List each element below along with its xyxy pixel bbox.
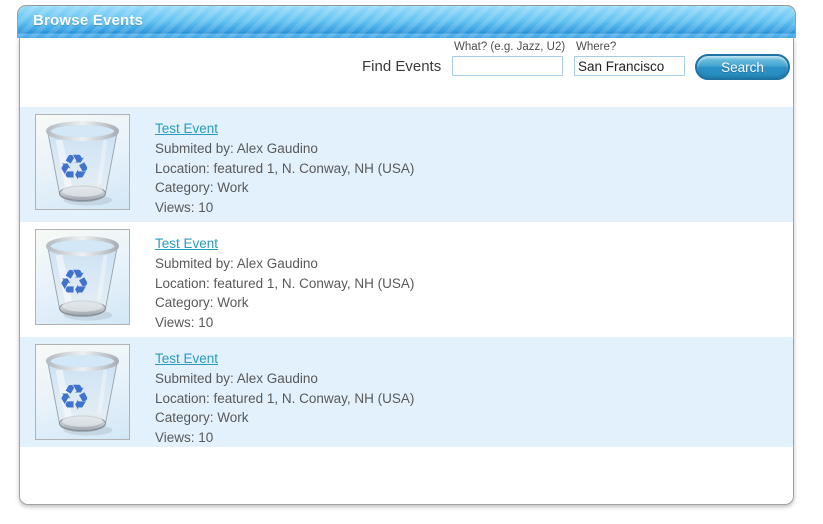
event-details: Test Event Submited by: Alex Gaudino Loc… xyxy=(155,337,414,447)
page: Browse Events Find Events What? (e.g. Ja… xyxy=(0,0,823,524)
where-field: Where? xyxy=(574,41,685,76)
svg-text:♻: ♻ xyxy=(59,148,91,189)
event-thumbnail: ♻ xyxy=(35,344,130,440)
panel-header: Browse Events xyxy=(17,5,796,38)
recycle-bin-icon: ♻ xyxy=(46,121,119,206)
search-button[interactable]: Search xyxy=(695,54,790,80)
what-input[interactable] xyxy=(452,56,563,76)
svg-text:♻: ♻ xyxy=(59,378,91,419)
recycle-bin-icon: ♻ xyxy=(46,351,119,436)
event-thumbnail: ♻ xyxy=(35,114,130,210)
event-submitted-by: Submited by: Alex Gaudino xyxy=(155,141,318,156)
event-location: Location: featured 1, N. Conway, NH (USA… xyxy=(155,160,415,176)
event-details: Test Event Submited by: Alex Gaudino Loc… xyxy=(155,107,414,217)
svg-text:♻: ♻ xyxy=(59,263,91,304)
what-field: What? (e.g. Jazz, U2) xyxy=(452,41,565,76)
event-details: Test Event Submited by: Alex Gaudino Loc… xyxy=(155,222,414,332)
event-row: ♻ Test Event Submited by: Alex Gaudino L… xyxy=(20,107,793,222)
search-bar: Find Events What? (e.g. Jazz, U2) Where?… xyxy=(20,38,793,107)
event-location: Location: featured 1, N. Conway, NH (USA… xyxy=(155,275,415,291)
what-label: What? (e.g. Jazz, U2) xyxy=(454,41,566,53)
recycle-bin-icon: ♻ xyxy=(46,236,119,321)
panel-body: Find Events What? (e.g. Jazz, U2) Where?… xyxy=(19,38,794,505)
find-events-label: Find Events xyxy=(362,58,442,75)
event-title-link[interactable]: Test Event xyxy=(155,234,218,253)
event-thumbnail: ♻ xyxy=(35,229,130,325)
event-views: Views: 10 xyxy=(155,199,214,215)
event-category: Category: Work xyxy=(155,295,249,310)
event-title-link[interactable]: Test Event xyxy=(155,119,218,138)
where-label: Where? xyxy=(576,41,617,53)
event-views: Views: 10 xyxy=(155,429,214,445)
event-row: ♻ Test Event Submited by: Alex Gaudino L… xyxy=(20,222,793,337)
event-category: Category: Work xyxy=(155,180,249,195)
event-submitted-by: Submited by: Alex Gaudino xyxy=(155,371,318,386)
event-location: Location: featured 1, N. Conway, NH (USA… xyxy=(155,390,415,406)
where-input[interactable] xyxy=(574,56,685,76)
event-submitted-by: Submited by: Alex Gaudino xyxy=(155,256,318,271)
event-list: ♻ Test Event Submited by: Alex Gaudino L… xyxy=(20,107,793,447)
event-category: Category: Work xyxy=(155,410,249,425)
browse-events-panel: Browse Events Find Events What? (e.g. Ja… xyxy=(17,5,796,505)
event-row: ♻ Test Event Submited by: Alex Gaudino L… xyxy=(20,337,793,447)
event-views: Views: 10 xyxy=(155,314,214,330)
page-title: Browse Events xyxy=(33,12,144,29)
event-title-link[interactable]: Test Event xyxy=(155,349,218,368)
